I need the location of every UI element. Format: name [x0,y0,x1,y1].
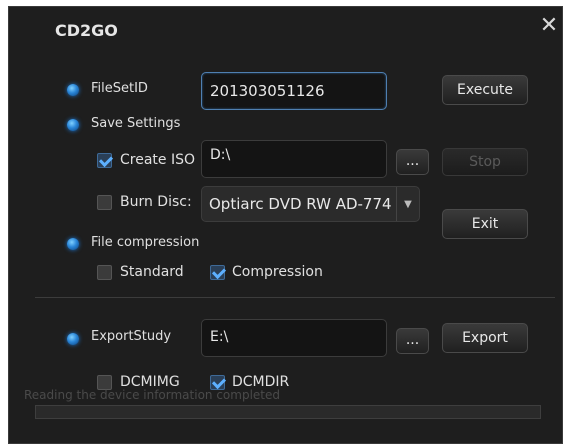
iso-path-input[interactable]: D:\ [201,140,387,178]
status-text: Reading the device information completed [24,388,281,402]
progress-bar [35,405,541,419]
fileset-id-input[interactable]: 201303051126 [201,72,387,110]
burn-disc-checkbox[interactable] [97,195,112,210]
window-title: CD2GO [55,21,118,40]
compression-checkbox[interactable] [210,265,225,280]
fileset-label: FileSetID [91,81,148,96]
save-settings-radio[interactable] [67,119,79,131]
drive-select-value: Optiarc DVD RW AD-774 [209,195,392,213]
dialog-window: CD2GO ✕ FileSetID 201303051126 Execute S… [8,6,563,444]
export-path-input[interactable]: E:\ [201,319,387,357]
section-divider [35,297,555,298]
file-compression-label: File compression [91,235,200,250]
file-compression-radio[interactable] [67,238,79,250]
chevron-down-icon[interactable]: ▼ [396,187,419,221]
exit-button[interactable]: Exit [442,209,528,239]
export-study-label: ExportStudy [91,329,172,344]
stop-button[interactable]: Stop [442,148,528,176]
drive-select[interactable]: Optiarc DVD RW AD-774 ▼ [201,186,420,222]
save-settings-label: Save Settings [91,116,181,131]
standard-label: Standard [120,264,184,280]
export-button[interactable]: Export [442,323,528,353]
export-browse-button[interactable]: ... [396,328,429,354]
close-icon[interactable]: ✕ [538,15,560,37]
iso-browse-button[interactable]: ... [396,149,429,175]
export-radio[interactable] [67,333,79,345]
burn-disc-label: Burn Disc: [120,194,192,210]
standard-checkbox[interactable] [97,265,112,280]
create-iso-label: Create ISO [120,152,196,168]
fileset-radio[interactable] [67,84,79,96]
execute-button[interactable]: Execute [442,75,528,105]
create-iso-checkbox[interactable] [97,153,112,168]
compression-label: Compression [232,264,323,280]
